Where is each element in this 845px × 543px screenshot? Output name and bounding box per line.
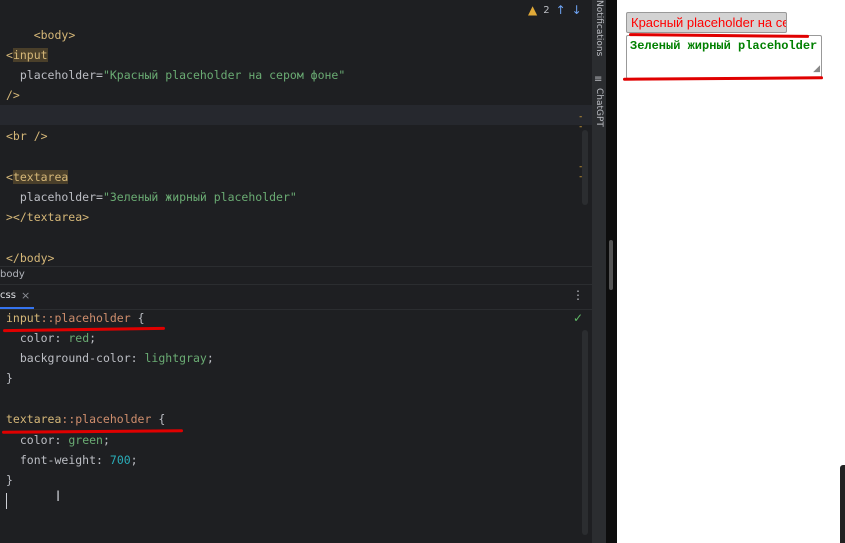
warning-icon[interactable]: ▲ bbox=[528, 3, 537, 17]
breadcrumb: body bbox=[0, 266, 592, 283]
warning-count: 2 bbox=[543, 4, 550, 16]
preview-input-placeholder: Красный placeholder на сером фоне bbox=[631, 15, 786, 30]
css-line-rule2-selector: textarea::placeholder { bbox=[6, 412, 166, 426]
code-line-textarea-close: ></textarea> bbox=[6, 210, 90, 224]
current-line-highlight bbox=[0, 105, 592, 125]
right-tool-strip: Notifications ≡ ChatGPT bbox=[592, 0, 606, 543]
code-line-textarea-attr: placeholder="Зеленый жирный placeholder" bbox=[19, 190, 297, 204]
css-line-rule1-bg: background-color: lightgray; bbox=[19, 351, 214, 365]
css-line-rule1-selector: input::placeholder { bbox=[6, 311, 145, 325]
code-line-input-attr: placeholder="Красный placeholder на серо… bbox=[19, 68, 346, 82]
close-icon[interactable]: × bbox=[21, 289, 30, 302]
css-line-rule2-weight: font-weight: 700; bbox=[19, 453, 138, 467]
tab-css[interactable]: css × bbox=[0, 285, 34, 309]
edge-object bbox=[840, 465, 845, 543]
breadcrumb-item[interactable]: body bbox=[0, 269, 25, 280]
html-editor[interactable]: <body> ▲ 2 ↑ ↓ <input placeholder="Красн… bbox=[0, 0, 592, 543]
arrow-up-icon[interactable]: ↑ bbox=[556, 3, 566, 17]
browser-preview: Красный placeholder на сером фоне Зелены… bbox=[617, 0, 845, 543]
change-marker: - - bbox=[578, 112, 584, 132]
css-line-rule2-close: } bbox=[6, 473, 13, 487]
annotation-underline bbox=[622, 76, 824, 81]
css-tab-bar: css × ⋮ bbox=[0, 284, 592, 310]
checkmark-icon: ✓ bbox=[573, 311, 584, 325]
arrow-down-icon[interactable]: ↓ bbox=[572, 3, 582, 17]
code-line-textarea-open: <textarea bbox=[6, 170, 69, 184]
resize-grip-icon[interactable]: ◢ bbox=[813, 62, 820, 77]
notifications-tool[interactable]: Notifications bbox=[594, 0, 604, 56]
css-scrollbar[interactable] bbox=[582, 330, 588, 535]
preview-input[interactable]: Красный placeholder на сером фоне bbox=[626, 12, 787, 33]
html-scrollbar[interactable] bbox=[582, 130, 588, 205]
preview-textarea-placeholder: Зеленый жирный placeholder bbox=[630, 39, 818, 53]
code-line-br: <br /> bbox=[6, 129, 48, 143]
tab-css-label: css bbox=[0, 290, 16, 301]
code-line-input-open: <input bbox=[6, 48, 48, 62]
chatgpt-tool[interactable]: ChatGPT bbox=[594, 88, 604, 127]
preview-textarea[interactable]: Зеленый жирный placeholder ◢ bbox=[626, 35, 822, 79]
text-cursor bbox=[6, 493, 7, 509]
css-line-rule1-close: } bbox=[6, 371, 13, 385]
divider-handle[interactable] bbox=[609, 240, 613, 290]
more-options-icon[interactable]: ⋮ bbox=[572, 288, 584, 302]
ibeam-cursor-icon: I bbox=[56, 489, 61, 505]
window-divider[interactable] bbox=[606, 0, 617, 543]
code-line-self-close: /> bbox=[6, 88, 20, 102]
code-line-body-close: </body> bbox=[6, 251, 55, 265]
editor-inspections: ▲ 2 ↑ ↓ bbox=[528, 3, 582, 17]
chatgpt-icon[interactable]: ≡ bbox=[594, 74, 602, 85]
